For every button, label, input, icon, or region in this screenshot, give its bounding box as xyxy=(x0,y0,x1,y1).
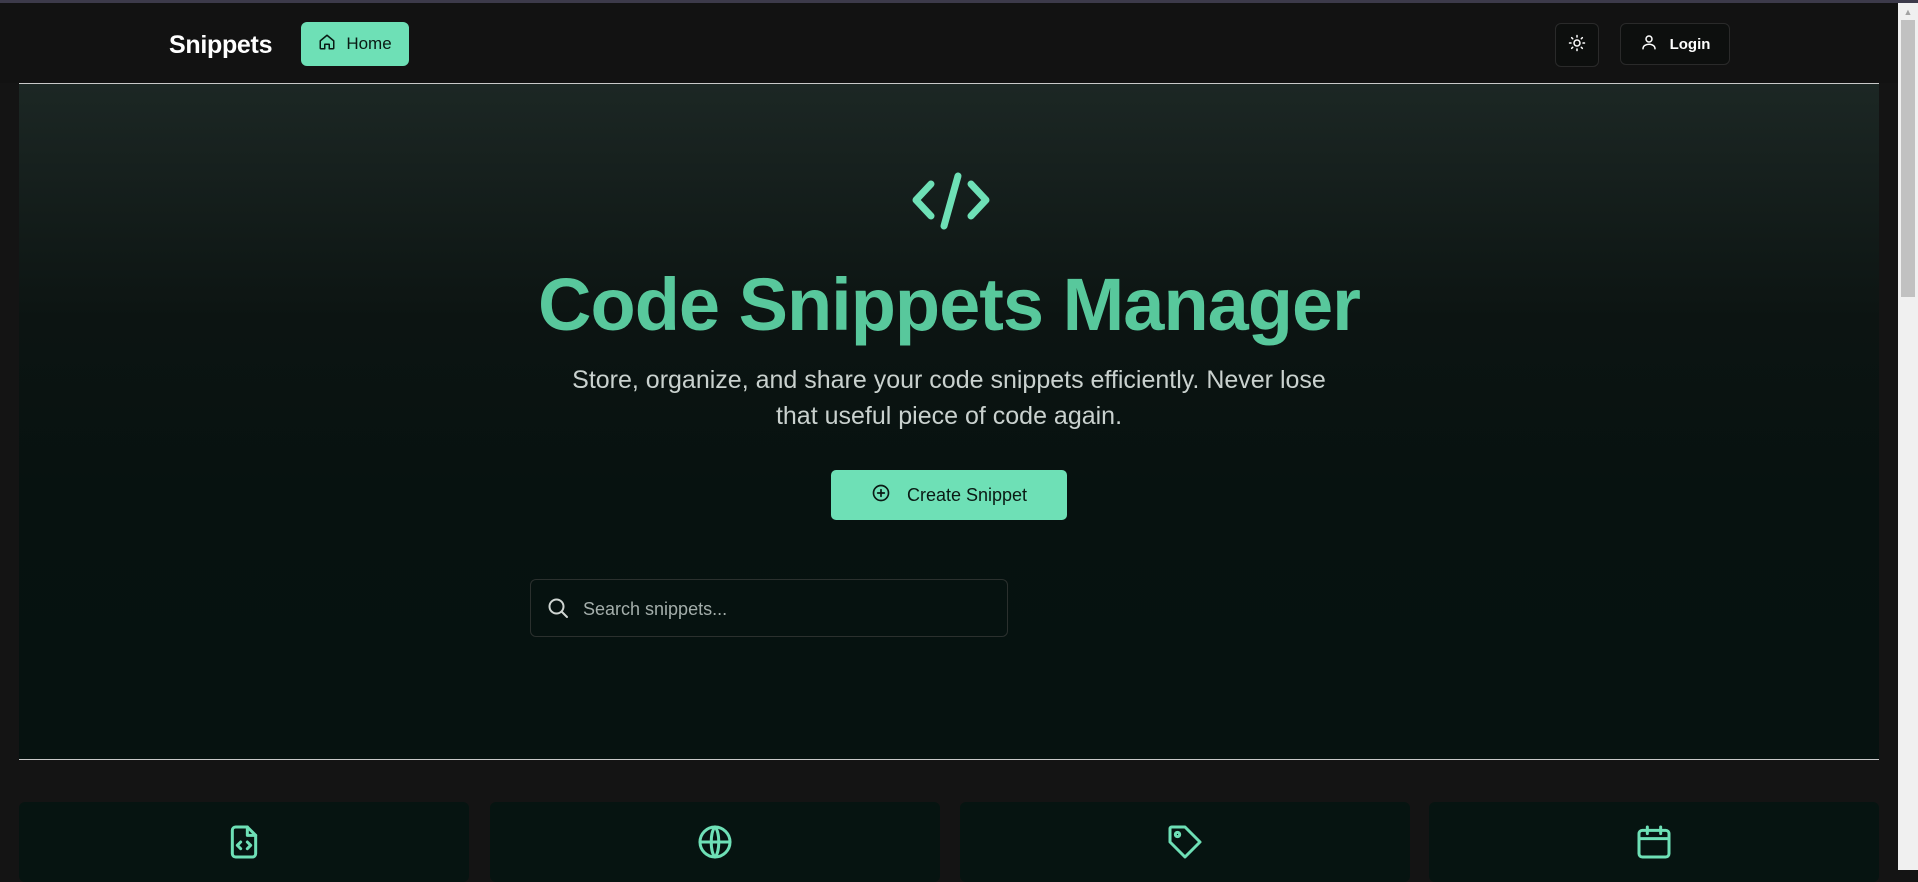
theme-toggle-button[interactable] xyxy=(1555,23,1599,67)
tag-icon xyxy=(1165,822,1205,862)
hero-subtitle: Store, organize, and share your code sni… xyxy=(572,366,1326,430)
feature-card-dates xyxy=(1429,802,1879,882)
scroll-up-arrow-icon[interactable]: ▲ xyxy=(1898,3,1918,20)
search-icon xyxy=(546,596,570,620)
login-button[interactable]: Login xyxy=(1620,23,1730,65)
sun-icon xyxy=(1568,34,1586,57)
search-input[interactable] xyxy=(581,580,995,638)
home-button-label: Home xyxy=(346,34,392,53)
feature-card-tags xyxy=(960,802,1410,882)
scrollbar-thumb[interactable] xyxy=(1901,20,1915,297)
plus-circle-icon xyxy=(871,483,891,508)
login-button-label: Login xyxy=(1669,35,1711,53)
create-snippet-button[interactable]: Create Snippet xyxy=(831,470,1067,520)
top-navbar: Snippets Home Login xyxy=(0,3,1898,83)
hero-title: Code Snippets Manager xyxy=(538,263,1361,346)
feature-card-languages xyxy=(490,802,940,882)
brand-logo[interactable]: Snippets xyxy=(169,31,272,60)
vertical-scrollbar[interactable]: ▲ xyxy=(1898,3,1918,870)
hero-section: Code Snippets Manager Store, organize, a… xyxy=(19,83,1879,760)
home-button[interactable]: Home xyxy=(301,22,409,66)
file-code-icon xyxy=(224,822,264,862)
calendar-icon xyxy=(1634,822,1674,862)
page: Snippets Home Login Code Snippets Manage… xyxy=(0,3,1898,882)
create-snippet-label: Create Snippet xyxy=(906,484,1028,505)
search-bar xyxy=(530,579,1008,638)
user-icon xyxy=(1640,33,1658,55)
globe-icon xyxy=(695,822,735,862)
feature-card-snippets xyxy=(19,802,469,882)
code-icon xyxy=(911,170,991,238)
home-icon xyxy=(318,33,336,56)
